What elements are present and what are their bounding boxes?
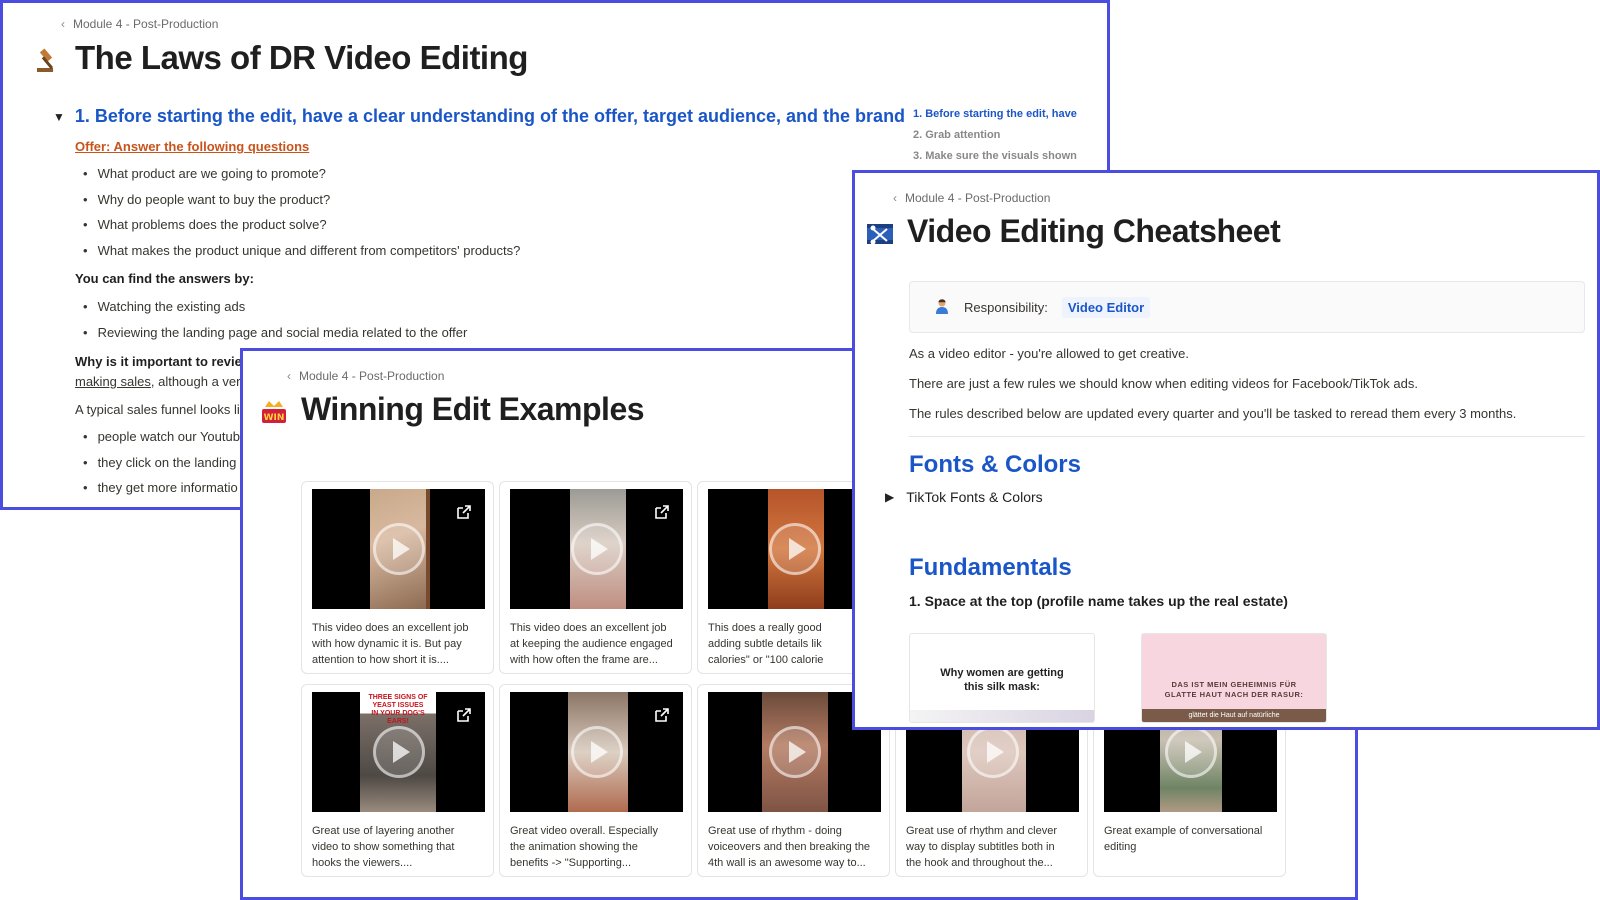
page-title: Video Editing Cheatsheet bbox=[907, 213, 1281, 249]
offer-link[interactable]: Offer: Answer the following questions bbox=[75, 139, 309, 154]
card-description: This video does an excellent job with ho… bbox=[312, 622, 469, 666]
page-title: Winning Edit Examples bbox=[301, 391, 645, 427]
list-item: people watch our Youtub bbox=[75, 424, 240, 450]
example-image-text: Why women are getting this silk mask: bbox=[940, 667, 1064, 693]
external-link-icon[interactable] bbox=[655, 708, 669, 722]
list-item: Reviewing the landing page and social me… bbox=[75, 320, 468, 346]
play-icon[interactable] bbox=[570, 523, 623, 575]
table-of-contents: 1. Before starting the edit, have 2. Gra… bbox=[913, 103, 1077, 166]
making-sales-link[interactable]: making sales bbox=[75, 374, 151, 389]
toc-item[interactable]: 1. Before starting the edit, have bbox=[913, 103, 1077, 124]
paragraph: As a video editor - you're allowed to ge… bbox=[909, 346, 1189, 361]
card-description: Great video overall. Especially the anim… bbox=[510, 825, 658, 869]
card-description: Great use of rhythm and clever way to di… bbox=[906, 825, 1058, 869]
video-thumbnail[interactable] bbox=[510, 489, 683, 609]
toggle-label[interactable]: TikTok Fonts & Colors bbox=[906, 489, 1042, 505]
video-card[interactable]: Great video overall. Especially the anim… bbox=[499, 684, 692, 877]
list-item: What problems does the product solve? bbox=[75, 212, 520, 238]
example-image: Why women are getting this silk mask: bbox=[909, 633, 1095, 723]
example-image-text: DAS IST MEIN GEHEIMNIS FÜR GLATTE HAUT N… bbox=[1164, 680, 1304, 699]
breadcrumb[interactable]: ‹ Module 4 - Post-Production bbox=[893, 191, 1050, 205]
caret-right-icon[interactable]: ▶ bbox=[885, 490, 894, 504]
example-image: DAS IST MEIN GEHEIMNIS FÜR GLATTE HAUT N… bbox=[1141, 633, 1327, 723]
video-editing-cheatsheet-window: ‹ Module 4 - Post-Production Video Editi… bbox=[852, 170, 1600, 730]
section-toggle[interactable]: ▼ 1. Before starting the edit, have a cl… bbox=[53, 106, 905, 127]
thumbnail-overlay-text: THREE SIGNS OF YEAST ISSUES IN YOUR DOG'… bbox=[368, 694, 428, 725]
paragraph: The rules described below are updated ev… bbox=[909, 406, 1517, 421]
chevron-left-icon[interactable]: ‹ bbox=[893, 191, 897, 205]
toc-item[interactable]: 3. Make sure the visuals shown bbox=[913, 145, 1077, 166]
video-card[interactable]: THREE SIGNS OF YEAST ISSUES IN YOUR DOG'… bbox=[301, 684, 494, 877]
win-trophy-icon: WIN bbox=[259, 397, 289, 427]
fonts-colors-heading: Fonts & Colors bbox=[909, 451, 1081, 478]
funnel-list: people watch our Youtub they click on th… bbox=[75, 424, 240, 501]
video-thumbnail[interactable] bbox=[312, 489, 485, 609]
section-heading: 1. Before starting the edit, have a clea… bbox=[74, 106, 906, 126]
win-badge-text: WIN bbox=[264, 413, 285, 423]
play-icon[interactable] bbox=[372, 523, 425, 575]
breadcrumb-label[interactable]: Module 4 - Post-Production bbox=[905, 191, 1050, 205]
breadcrumb-label[interactable]: Module 4 - Post-Production bbox=[299, 369, 444, 383]
rule-heading: 1. Space at the top (profile name takes … bbox=[909, 593, 1288, 609]
fonts-colors-toggle[interactable]: ▶ TikTok Fonts & Colors bbox=[885, 489, 1043, 505]
video-card[interactable]: This video does an excellent job at keep… bbox=[499, 481, 692, 674]
play-icon[interactable] bbox=[768, 523, 821, 575]
play-icon[interactable] bbox=[372, 726, 425, 778]
list-item: they click on the landing bbox=[75, 450, 240, 476]
list-item: Watching the existing ads bbox=[75, 294, 467, 320]
card-description: Great use of rhythm - doing voiceovers a… bbox=[708, 825, 871, 869]
play-icon[interactable] bbox=[570, 726, 623, 778]
caret-down-icon[interactable]: ▼ bbox=[53, 110, 65, 124]
responsibility-value[interactable]: Video Editor bbox=[1061, 296, 1151, 318]
external-link-icon[interactable] bbox=[457, 505, 471, 519]
questions-list: What product are we going to promote? Wh… bbox=[75, 161, 521, 264]
video-thumbnail[interactable] bbox=[510, 692, 683, 812]
video-card[interactable]: This video does an excellent job with ho… bbox=[301, 481, 494, 674]
list-item: What product are we going to promote? bbox=[75, 161, 520, 187]
list-item: they get more informatio bbox=[75, 475, 240, 501]
play-icon[interactable] bbox=[768, 726, 821, 778]
paragraph: There are just a few rules we should kno… bbox=[909, 376, 1418, 391]
divider bbox=[909, 436, 1585, 437]
chevron-left-icon[interactable]: ‹ bbox=[61, 17, 65, 31]
why-rest: , although a ver bbox=[150, 374, 241, 389]
breadcrumb[interactable]: ‹ Module 4 - Post-Production bbox=[287, 369, 444, 383]
find-answers-label: You can find the answers by: bbox=[75, 271, 254, 286]
video-thumbnail[interactable]: THREE SIGNS OF YEAST ISSUES IN YOUR DOG'… bbox=[312, 692, 485, 812]
card-description: Great use of layering another video to s… bbox=[312, 825, 455, 869]
fundamentals-heading: Fundamentals bbox=[909, 554, 1072, 581]
person-icon bbox=[934, 298, 950, 317]
list-item: What makes the product unique and differ… bbox=[75, 238, 521, 264]
gavel-icon bbox=[33, 45, 63, 75]
page-title: The Laws of DR Video Editing bbox=[75, 39, 528, 76]
funnel-intro: A typical sales funnel looks li bbox=[75, 402, 240, 417]
external-link-icon[interactable] bbox=[655, 505, 669, 519]
example-image-caption: glättet die Haut auf natürliche bbox=[1142, 709, 1326, 722]
play-icon[interactable] bbox=[1164, 726, 1217, 778]
breadcrumb-label[interactable]: Module 4 - Post-Production bbox=[73, 17, 218, 31]
toc-item[interactable]: 2. Grab attention bbox=[913, 124, 1077, 145]
responsibility-callout: Responsibility: Video Editor bbox=[909, 281, 1585, 333]
breadcrumb[interactable]: ‹ Module 4 - Post-Production bbox=[61, 17, 218, 31]
why-label: Why is it important to reviev bbox=[75, 354, 250, 369]
responsibility-label: Responsibility: bbox=[964, 299, 1048, 315]
find-answers-list: Watching the existing ads Reviewing the … bbox=[75, 294, 468, 346]
list-item: Why do people want to buy the product? bbox=[75, 187, 520, 213]
film-scissors-icon bbox=[865, 219, 895, 249]
external-link-icon[interactable] bbox=[457, 708, 471, 722]
chevron-left-icon[interactable]: ‹ bbox=[287, 369, 291, 383]
card-description: Great example of conversational editing bbox=[1104, 825, 1263, 853]
card-description: This video does an excellent job at keep… bbox=[510, 622, 673, 666]
why-text: making sales, although a ver bbox=[75, 374, 241, 389]
play-icon[interactable] bbox=[966, 726, 1019, 778]
